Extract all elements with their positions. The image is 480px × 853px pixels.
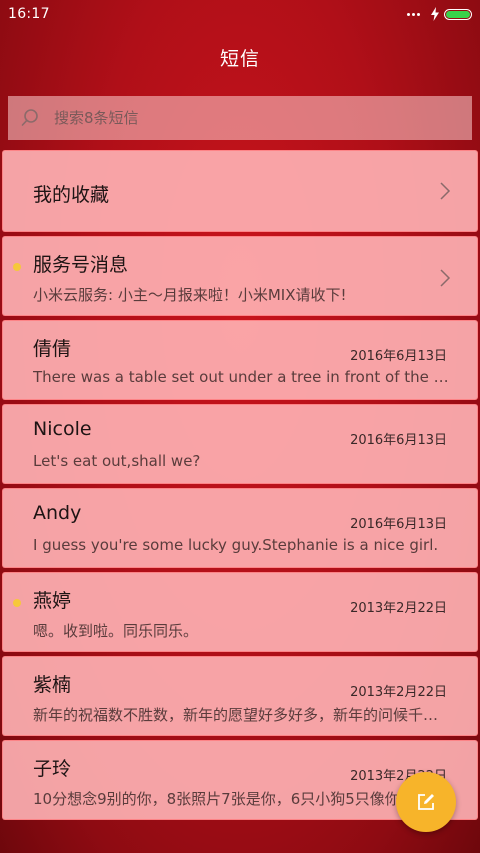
search-icon <box>21 109 38 126</box>
contact-name: 紫楠 <box>33 674 72 696</box>
contact-name: 倩倩 <box>33 338 72 360</box>
message-snippet: There was a table set out under a tree i… <box>33 368 451 386</box>
message-snippet: I guess you're some lucky guy.Stephanie … <box>33 536 439 554</box>
contact-name: 燕婷 <box>33 590 72 612</box>
compose-icon <box>418 794 434 810</box>
compose-button[interactable] <box>396 772 456 832</box>
search-input[interactable] <box>54 109 472 127</box>
chevron-right-icon <box>440 269 451 287</box>
contact-name: 子玲 <box>33 758 72 780</box>
status-bar: 16:17 <box>0 0 480 28</box>
message-snippet: 10分想念9别的你，8张照片7张是你，6只小狗5只像你 <box>33 790 400 808</box>
message-date: 2016年6月13日 <box>350 349 447 364</box>
status-time: 16:17 <box>8 6 50 22</box>
message-snippet: 新年的祝福数不胜数，新年的愿望好多好多，新年的问候千言万语 <box>33 706 451 724</box>
contact-name: Nicole <box>33 418 92 440</box>
chevron-right-icon <box>440 182 451 200</box>
battery-icon <box>444 8 472 20</box>
message-date: 2013年2月22日 <box>350 685 447 700</box>
message-date: 2013年2月22日 <box>350 601 447 616</box>
unread-dot <box>13 599 21 607</box>
status-icons <box>407 7 472 21</box>
signal-icon <box>407 12 420 16</box>
conversation-item[interactable]: 燕婷 2013年2月22日 嗯。收到啦。同乐同乐。 <box>2 572 478 652</box>
conversation-item[interactable]: Andy 2016年6月13日 I guess you're some luck… <box>2 488 478 568</box>
unread-dot <box>13 263 21 271</box>
conversation-item[interactable]: 倩倩 2016年6月13日 There was a table set out … <box>2 320 478 400</box>
favorites-item[interactable]: 我的收藏 <box>2 150 478 232</box>
message-snippet: Let's eat out,shall we? <box>33 452 201 470</box>
message-list: 我的收藏 服务号消息 小米云服务: 小主～月报来啦！小米MIX请收下! 倩倩 2… <box>2 150 478 824</box>
conversation-item[interactable]: 紫楠 2013年2月22日 新年的祝福数不胜数，新年的愿望好多好多，新年的问候千… <box>2 656 478 736</box>
message-snippet: 嗯。收到啦。同乐同乐。 <box>33 622 199 640</box>
charging-icon <box>431 7 439 21</box>
message-date: 2016年6月13日 <box>350 517 447 532</box>
favorites-label: 我的收藏 <box>33 184 110 206</box>
service-title: 服务号消息 <box>33 254 129 276</box>
conversation-item[interactable]: Nicole 2016年6月13日 Let's eat out,shall we… <box>2 404 478 484</box>
contact-name: Andy <box>33 502 82 524</box>
page-title: 短信 <box>219 48 260 70</box>
service-messages-item[interactable]: 服务号消息 小米云服务: 小主～月报来啦！小米MIX请收下! <box>2 236 478 316</box>
search-bar[interactable] <box>8 96 472 140</box>
message-date: 2016年6月13日 <box>350 433 447 448</box>
battery-level <box>446 10 470 18</box>
service-snippet: 小米云服务: 小主～月报来啦！小米MIX请收下! <box>33 286 347 304</box>
